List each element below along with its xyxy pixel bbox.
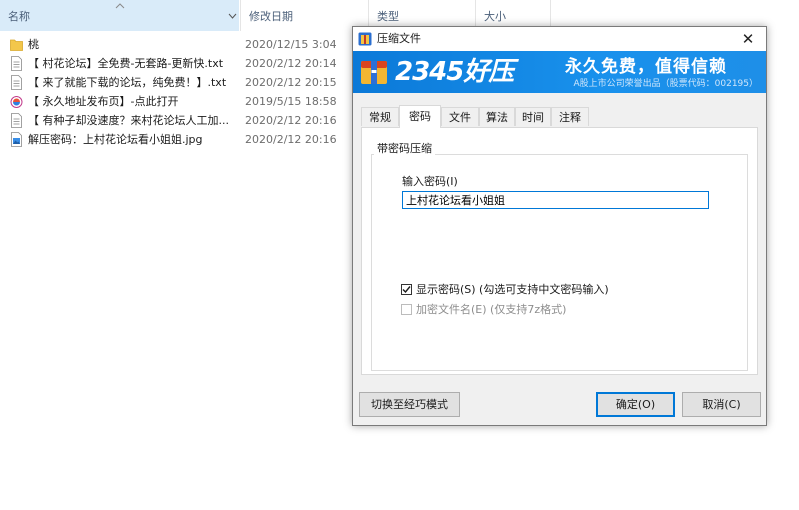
- tab-label: 常规: [369, 111, 391, 124]
- brand-subtitle: A股上市公司荣誉出品（股票代码：002195）: [573, 79, 758, 89]
- column-date-label: 修改日期: [249, 10, 293, 23]
- tab-label: 文件: [449, 111, 471, 124]
- tab-label: 算法: [486, 111, 508, 124]
- haozip-app-icon: [358, 32, 372, 46]
- brand-name: 2345好压: [395, 57, 514, 87]
- brand-slogan: 永久免费，值得信赖: [565, 57, 727, 77]
- ok-label: 确定(O): [615, 398, 656, 411]
- tab-algorithm[interactable]: 算法: [479, 107, 515, 126]
- switch-mode-label: 切换至经巧模式: [371, 398, 448, 411]
- haozip-logo-icon: [361, 61, 387, 84]
- file-date: 2020/12/15 3:04: [245, 38, 337, 51]
- folder-icon: [10, 39, 23, 51]
- file-date: 2019/5/15 18:58: [245, 95, 337, 108]
- checkmark-icon: [402, 286, 411, 294]
- text-file-icon: [11, 56, 22, 71]
- dialog-titlebar[interactable]: 压缩文件 ✕: [353, 27, 766, 51]
- groupbox-label: 带密码压缩: [374, 140, 435, 156]
- password-label: 输入密码(I): [402, 175, 458, 188]
- image-file-icon: [11, 132, 22, 147]
- tab-password[interactable]: 密码: [399, 105, 441, 128]
- chevron-down-icon[interactable]: [228, 13, 237, 19]
- password-tab-panel: 带密码压缩 输入密码(I) 显示密码(S) (勾选可支持中文密码输入) 加密文件…: [361, 127, 758, 375]
- tab-files[interactable]: 文件: [441, 107, 479, 126]
- column-header-date[interactable]: 修改日期: [240, 0, 368, 31]
- file-date: 2020/2/12 20:14: [245, 57, 337, 70]
- cancel-label: 取消(C): [702, 398, 741, 411]
- file-date: 2020/2/12 20:16: [245, 114, 337, 127]
- cancel-button[interactable]: 取消(C): [682, 392, 761, 417]
- text-file-icon: [11, 113, 22, 128]
- file-date: 2020/2/12 20:15: [245, 76, 337, 89]
- compress-dialog: 压缩文件 ✕ 2345好压 永久免费，值得信赖 A股上市公司荣誉出品（股票代码：…: [352, 26, 767, 426]
- close-button[interactable]: ✕: [738, 29, 758, 49]
- dialog-title: 压缩文件: [377, 32, 421, 45]
- column-name-label: 名称: [8, 10, 30, 23]
- show-password-checkbox[interactable]: [401, 284, 412, 295]
- file-name: 【 村花论坛】全免费-无套路-更新快.txt: [28, 57, 224, 70]
- password-input[interactable]: [402, 191, 709, 209]
- column-type-label: 类型: [377, 10, 399, 23]
- tab-time[interactable]: 时间: [515, 107, 551, 126]
- text-file-icon: [11, 75, 22, 90]
- close-icon: ✕: [741, 30, 755, 48]
- file-name: 桃: [28, 38, 39, 51]
- url-file-icon: [10, 96, 23, 108]
- column-header-name[interactable]: 名称: [0, 0, 239, 31]
- tab-label: 密码: [409, 110, 431, 123]
- brand-banner: 2345好压 永久免费，值得信赖 A股上市公司荣誉出品（股票代码：002195）: [353, 51, 766, 93]
- column-size-label: 大小: [484, 10, 506, 23]
- file-date: 2020/2/12 20:16: [245, 133, 337, 146]
- tab-general[interactable]: 常规: [361, 107, 399, 126]
- tab-label: 时间: [522, 111, 544, 124]
- show-password-label: 显示密码(S) (勾选可支持中文密码输入): [416, 283, 609, 296]
- sort-up-icon: [115, 3, 125, 9]
- file-name: 解压密码：上村花论坛看小姐姐.jpg: [28, 133, 203, 146]
- encrypt-filenames-label: 加密文件名(E) (仅支持7z格式): [416, 303, 567, 316]
- file-name: 【 永久地址发布页】-点此打开: [28, 95, 179, 108]
- file-name: 【 来了就能下载的论坛，纯免费！】.txt: [28, 76, 227, 89]
- file-name: 【 有种子却没速度？来村花论坛人工加...: [28, 114, 229, 127]
- ok-button[interactable]: 确定(O): [596, 392, 675, 417]
- switch-mode-button[interactable]: 切换至经巧模式: [359, 392, 460, 417]
- tab-label: 注释: [559, 111, 581, 124]
- tab-comment[interactable]: 注释: [551, 107, 589, 126]
- encrypt-filenames-checkbox: [401, 304, 412, 315]
